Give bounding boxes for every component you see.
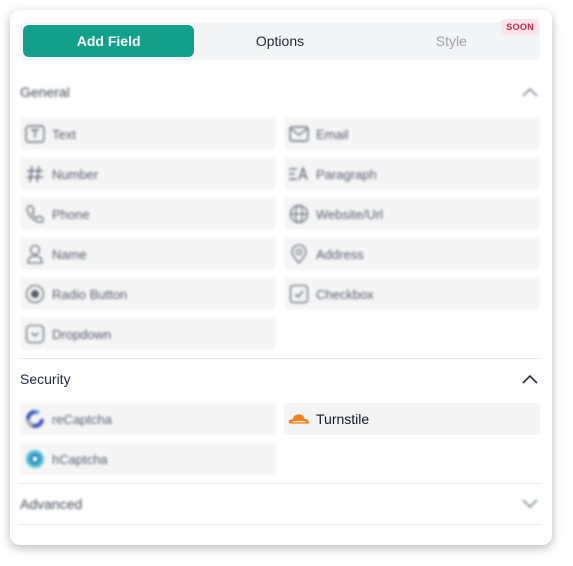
advanced-section: Advanced [20,484,540,524]
security-section-header[interactable]: Security [20,359,540,399]
advanced-section-title: Advanced [20,496,83,512]
map-pin-icon [288,243,310,265]
security-section: Security reCaptcha Turnstile hCaptcha [20,359,540,475]
field-label: Text [52,126,76,142]
field-email[interactable]: Email [284,118,540,150]
field-label: Checkbox [316,286,374,302]
field-label: Dropdown [52,326,112,342]
field-label: Paragraph [316,166,377,182]
security-fields-grid: reCaptcha Turnstile hCaptcha [20,403,540,475]
field-checkbox[interactable]: Checkbox [284,278,540,310]
recaptcha-logo-icon [24,408,46,430]
envelope-icon [288,123,310,145]
section-divider [20,524,540,525]
soon-badge: SOON [501,19,539,35]
hash-icon [24,163,46,185]
field-label: Name [52,246,87,262]
person-icon [24,243,46,265]
general-section-title: General [20,84,70,100]
tab-bar: Add Field Options Style SOON [20,19,540,60]
field-number[interactable]: Number [20,158,276,190]
security-section-title: Security [20,371,71,387]
field-label: Number [52,166,99,182]
tab-style-label: Style [435,33,467,49]
checkbox-icon [288,283,310,305]
field-label: hCaptcha [52,451,108,467]
general-section: General Text Email Number Paragraph Phon… [20,72,540,350]
field-label: Turnstile [316,411,370,427]
dropdown-icon [24,323,46,345]
general-section-header[interactable]: General [20,72,540,112]
tab-add-field[interactable]: Add Field [23,25,195,57]
text-box-icon [24,123,46,145]
paragraph-icon [288,163,310,185]
globe-icon [288,203,310,225]
chevron-up-icon[interactable] [520,369,540,389]
tab-options[interactable]: Options [194,25,365,57]
phone-icon [24,203,46,225]
field-name[interactable]: Name [20,238,276,270]
field-panel: Add Field Options Style SOON General Tex… [10,10,552,545]
general-fields-grid: Text Email Number Paragraph Phone Websit… [20,118,540,350]
field-label: Radio Button [52,286,128,302]
field-label: Address [316,246,364,262]
chevron-up-icon[interactable] [520,82,540,102]
field-address[interactable]: Address [284,238,540,270]
field-website-url[interactable]: Website/Url [284,198,540,230]
field-label: Email [316,126,349,142]
field-hcaptcha[interactable]: hCaptcha [20,443,276,475]
radio-icon [24,283,46,305]
field-label: Phone [52,206,90,222]
field-dropdown[interactable]: Dropdown [20,318,276,350]
field-label: Website/Url [316,206,383,222]
advanced-section-header[interactable]: Advanced [20,484,540,524]
field-recaptcha[interactable]: reCaptcha [20,403,276,435]
tab-style[interactable]: Style SOON [366,19,539,57]
cloudflare-cloud-icon [288,408,310,430]
chevron-down-icon[interactable] [520,494,540,514]
field-phone[interactable]: Phone [20,198,276,230]
field-radio-button[interactable]: Radio Button [20,278,276,310]
field-text[interactable]: Text [20,118,276,150]
field-label: reCaptcha [52,411,112,427]
hcaptcha-logo-icon [24,448,46,470]
field-paragraph[interactable]: Paragraph [284,158,540,190]
field-turnstile[interactable]: Turnstile [284,403,540,435]
